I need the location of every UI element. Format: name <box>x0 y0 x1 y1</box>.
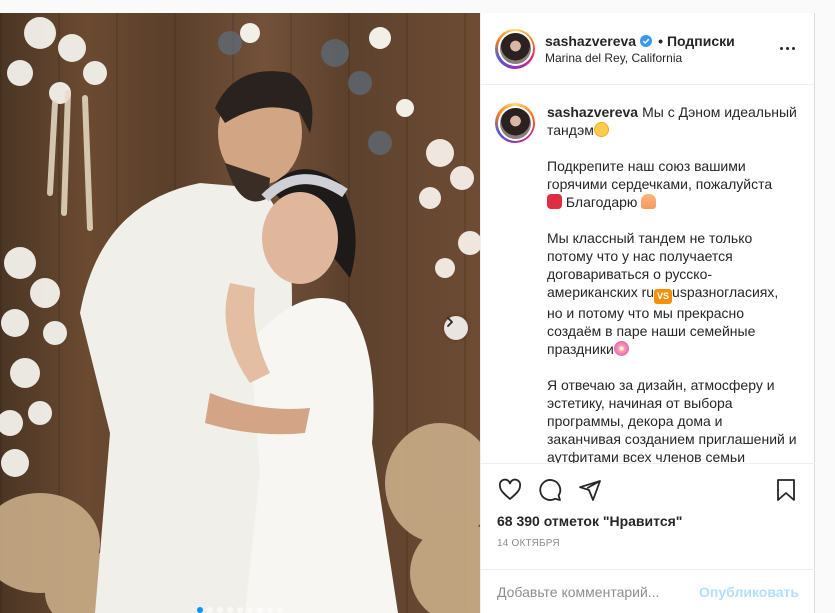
following-button[interactable]: Подписки <box>667 33 735 49</box>
carousel-dot <box>247 607 253 613</box>
like-button[interactable] <box>495 475 525 505</box>
heart-emoji-icon <box>547 194 562 209</box>
carousel-dot <box>197 607 203 613</box>
separator-dot: • <box>658 32 663 49</box>
carousel-dot <box>237 607 243 613</box>
avatar-image <box>499 33 531 64</box>
post-photo[interactable] <box>0 13 480 613</box>
share-icon <box>579 479 601 501</box>
caption-p4: Я отвечаю за дизайн, атмосферу и эстетик… <box>547 377 801 463</box>
carousel-dot <box>257 607 263 613</box>
username-link[interactable]: sashazvereva <box>545 33 636 49</box>
heart-icon <box>498 478 522 500</box>
pray-emoji-icon <box>641 194 657 209</box>
carousel-dot <box>277 607 283 613</box>
smile-emoji-icon <box>593 122 609 137</box>
more-options-button[interactable] <box>780 41 798 55</box>
comment-button[interactable] <box>535 475 565 505</box>
comment-input[interactable] <box>497 583 700 600</box>
likes-count[interactable]: 68 390 отметок "Нравится" <box>497 513 682 529</box>
comment-form: Опубликовать <box>481 569 815 613</box>
carousel-dot <box>207 607 213 613</box>
carousel-dot <box>267 607 273 613</box>
share-button[interactable] <box>575 475 605 505</box>
publish-button[interactable]: Опубликовать <box>699 584 799 600</box>
avatar[interactable] <box>495 28 535 69</box>
top-strip <box>0 0 835 13</box>
post-side-panel: sashazvereva • Подписки Marina del Rey, … <box>480 13 815 613</box>
bookmark-icon <box>777 478 795 501</box>
action-bar <box>481 463 815 515</box>
page-gutter <box>815 13 835 613</box>
caption: sashazvereva Мы с Дэном идеальный тандэм … <box>495 103 799 463</box>
post-header: sashazvereva • Подписки Marina del Rey, … <box>481 13 814 85</box>
caption-p2: Подкрепите наш союз вашими горячими серд… <box>547 158 773 192</box>
save-button[interactable] <box>771 475 801 505</box>
vs-emoji-icon: VS <box>654 289 673 304</box>
carousel-next-button[interactable] <box>444 316 468 340</box>
post-date[interactable]: 14 октября <box>497 538 560 549</box>
location-link[interactable]: Marina del Rey, California <box>545 51 735 65</box>
caption-username-link[interactable]: sashazvereva <box>547 104 638 120</box>
caption-scroll-area[interactable]: sashazvereva Мы с Дэном идеальный тандэм … <box>481 85 815 463</box>
verified-badge-icon <box>640 34 653 47</box>
chevron-right-icon <box>447 317 453 327</box>
caption-p2b: Благодарю <box>562 194 642 210</box>
carousel-dot <box>227 607 233 613</box>
carousel-dots <box>0 607 480 613</box>
caption-text: sashazvereva Мы с Дэном идеальный тандэм … <box>547 103 797 463</box>
caption-avatar[interactable] <box>495 103 535 143</box>
carousel-dot <box>217 607 223 613</box>
more-icon <box>780 46 783 50</box>
comment-icon <box>539 478 562 501</box>
avatar-image <box>499 107 531 139</box>
photo-illustration <box>0 17 480 613</box>
flower-emoji-icon <box>613 341 629 356</box>
